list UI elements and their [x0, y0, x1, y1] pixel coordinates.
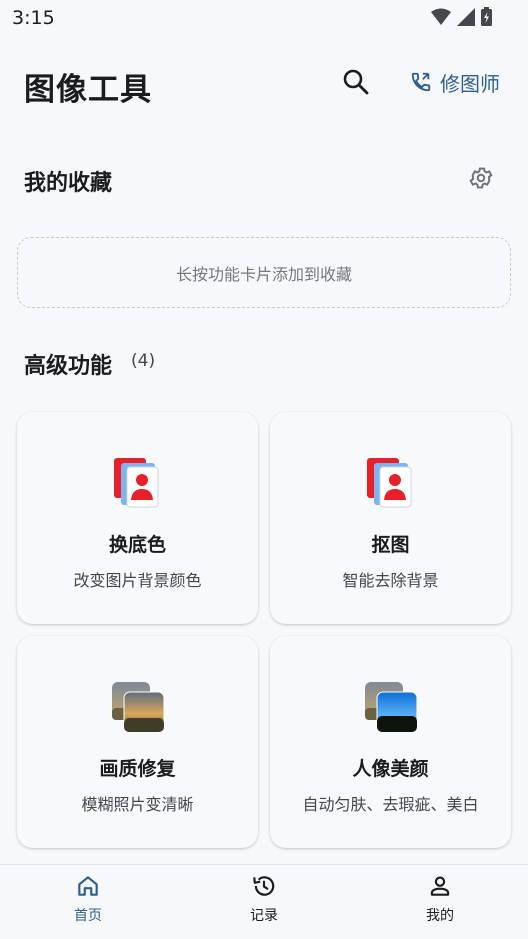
card-name: 抠图 [371, 534, 410, 556]
card-name: 换底色 [108, 534, 166, 556]
landscape-photo-icon [363, 680, 419, 736]
feature-card-quality-restore[interactable]: 画质修复 模糊照片变清晰 [17, 636, 258, 848]
card-desc: 模糊照片变清晰 [81, 795, 194, 814]
retouch-label: 修图师 [440, 71, 500, 96]
signal-icon [457, 7, 475, 26]
battery-icon [481, 7, 492, 26]
person-icon [430, 876, 450, 896]
favorites-settings-button[interactable] [466, 163, 496, 193]
feature-card-change-background[interactable]: 换底色 改变图片背景颜色 [17, 412, 258, 624]
favorites-title: 我的收藏 [24, 171, 113, 196]
id-photo-icon [110, 456, 166, 512]
status-icons [431, 7, 492, 26]
wifi-icon [431, 8, 451, 25]
nav-item-history[interactable]: 记录 [224, 873, 304, 925]
card-desc: 智能去除背景 [342, 571, 439, 590]
id-photo-icon [363, 456, 419, 512]
home-icon [78, 876, 98, 896]
nav-item-home[interactable]: 首页 [48, 873, 128, 925]
history-icon [253, 876, 275, 896]
feature-card-cutout[interactable]: 抠图 智能去除背景 [270, 412, 511, 624]
advanced-count: (4) [131, 351, 156, 371]
phone-forward-icon [411, 72, 431, 92]
card-desc: 自动匀肤、去瑕疵、美白 [302, 795, 479, 814]
gear-icon [469, 167, 493, 189]
advanced-title: 高级功能 [24, 354, 113, 379]
feature-card-portrait-beauty[interactable]: 人像美颜 自动匀肤、去瑕疵、美白 [270, 636, 511, 848]
nav-item-profile[interactable]: 我的 [400, 873, 480, 925]
page-title: 图像工具 [24, 72, 152, 108]
landscape-photo-icon [110, 680, 166, 736]
status-bar: 3:15 [0, 0, 528, 36]
favorites-empty-area: 长按功能卡片添加到收藏 [17, 237, 511, 308]
card-name: 画质修复 [99, 758, 176, 780]
search-button[interactable] [338, 64, 374, 100]
status-time: 3:15 [12, 7, 55, 29]
nav-label: 记录 [250, 908, 278, 924]
nav-label: 首页 [74, 908, 102, 924]
nav-label: 我的 [426, 908, 454, 924]
card-desc: 改变图片背景颜色 [73, 571, 202, 590]
card-name: 人像美颜 [352, 758, 429, 780]
retouch-button[interactable]: 修图师 [410, 64, 500, 100]
search-icon [343, 69, 369, 95]
favorites-empty-hint: 长按功能卡片添加到收藏 [175, 264, 352, 284]
bottom-nav: 首页 记录 我的 [0, 864, 528, 939]
